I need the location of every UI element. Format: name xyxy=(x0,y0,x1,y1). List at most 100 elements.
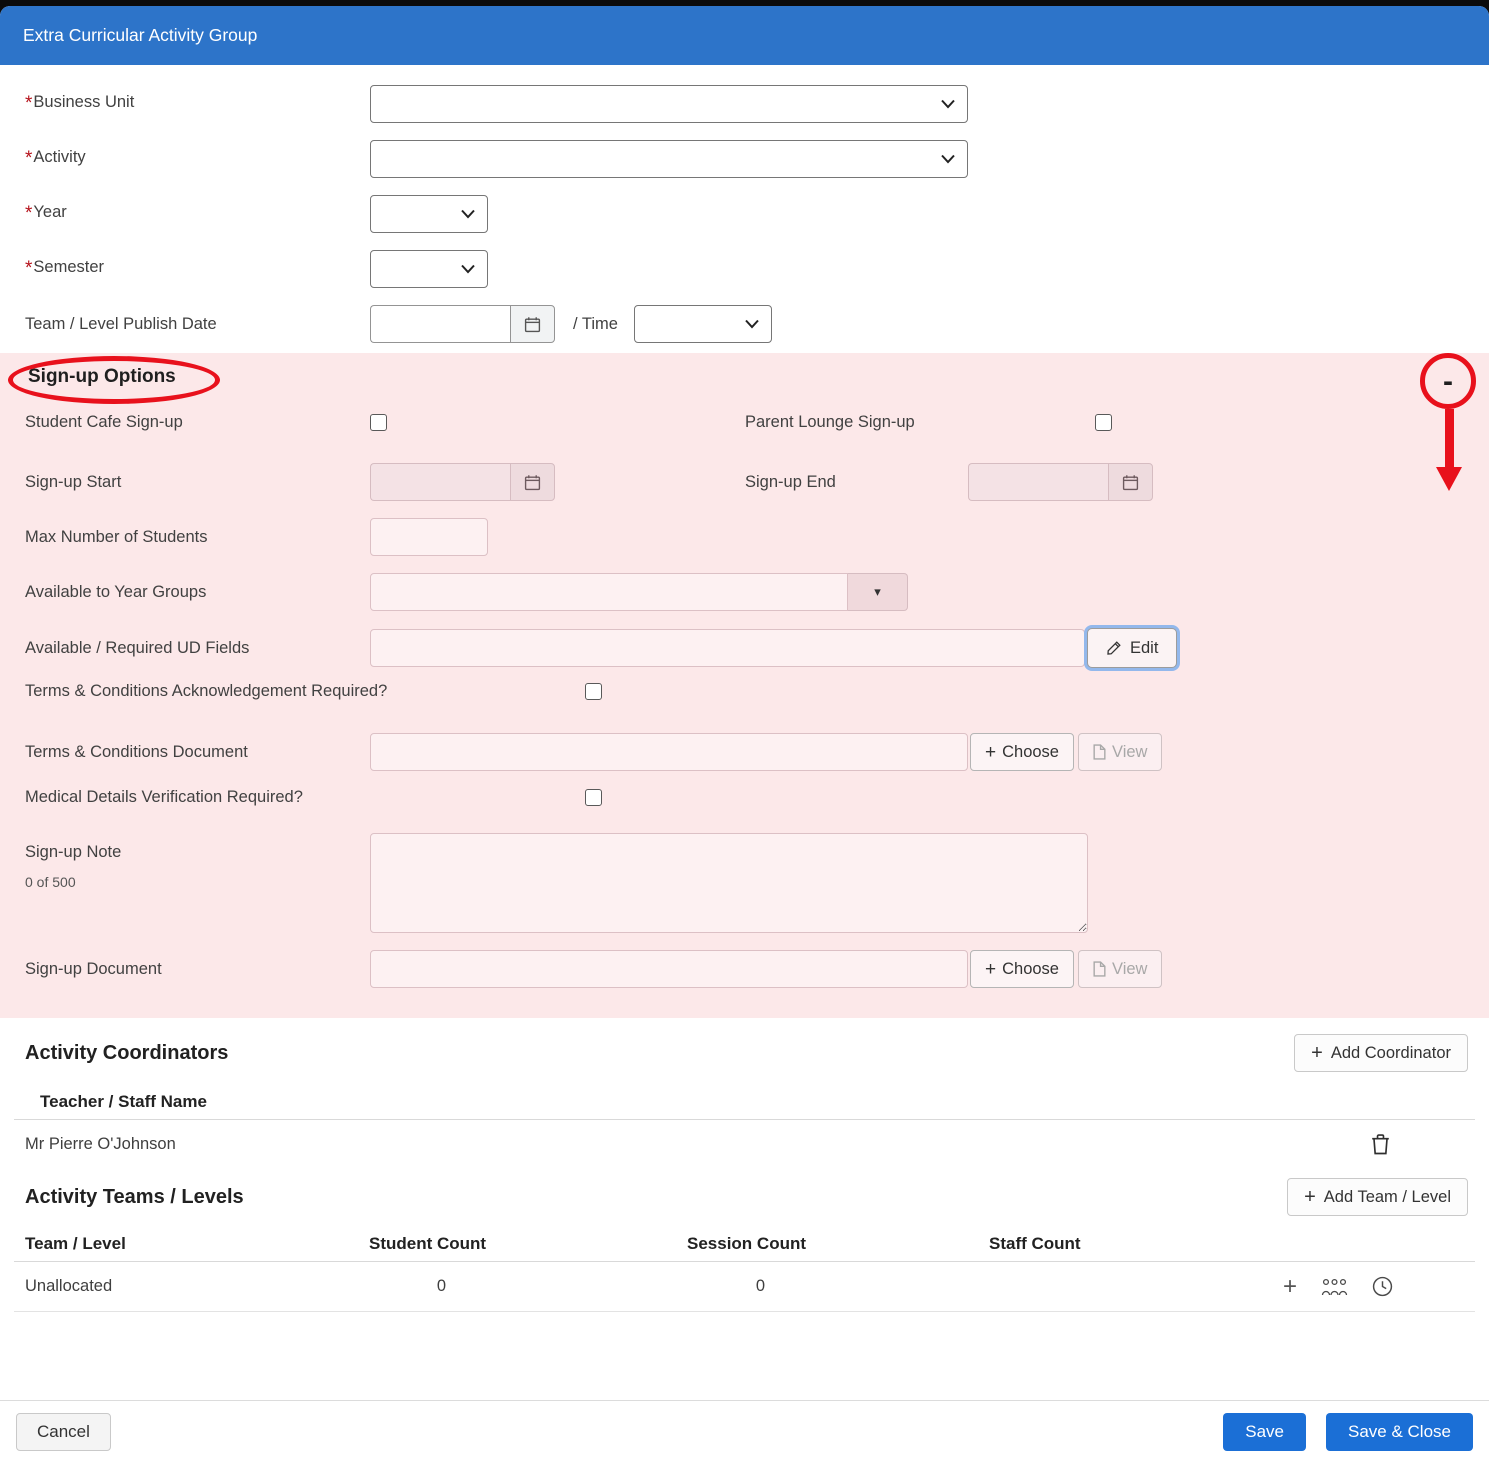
team-level-column: Team / Level xyxy=(14,1234,369,1254)
year-select[interactable] xyxy=(370,195,488,233)
chevron-down-icon xyxy=(461,210,475,219)
publish-date-calendar-button[interactable] xyxy=(510,305,555,343)
caret-down-icon: ▾ xyxy=(874,584,881,600)
activity-label: *Activity xyxy=(25,148,370,170)
student-cafe-checkbox[interactable] xyxy=(370,414,387,431)
medical-checkbox[interactable] xyxy=(585,789,602,806)
signup-doc-label: Sign-up Document xyxy=(25,960,370,979)
required-asterisk: * xyxy=(25,148,32,169)
signup-start-calendar-button[interactable] xyxy=(510,463,555,501)
staff-count-column: Staff Count xyxy=(989,1234,1229,1254)
teams-table-header: Team / Level Student Count Session Count… xyxy=(14,1226,1475,1262)
session-count-column: Session Count xyxy=(687,1234,989,1254)
plus-icon: + xyxy=(985,743,996,762)
signup-end-input[interactable] xyxy=(968,463,1108,501)
delete-coordinator-button[interactable] xyxy=(1371,1133,1390,1155)
semester-label: *Semester xyxy=(25,258,370,280)
pencil-icon xyxy=(1106,640,1122,656)
required-asterisk: * xyxy=(25,203,32,224)
semester-select[interactable] xyxy=(370,250,488,288)
signup-options-section: Sign-up Options - Student Cafe Sign-up P… xyxy=(0,353,1489,1018)
team-level-value: Unallocated xyxy=(14,1277,369,1296)
signup-note-label: Sign-up Note xyxy=(25,843,370,862)
signup-start-group xyxy=(370,463,555,501)
max-students-input[interactable] xyxy=(370,518,488,556)
session-count-value: 0 xyxy=(687,1277,834,1296)
modal-title: Extra Curricular Activity Group xyxy=(23,25,257,46)
signup-doc-row: Sign-up Document +Choose View xyxy=(0,950,1489,988)
coordinator-row: Mr Pierre O'Johnson xyxy=(14,1120,1475,1168)
terms-doc-row: Terms & Conditions Document +Choose View xyxy=(0,733,1489,771)
signup-end-label: Sign-up End xyxy=(745,473,968,492)
publish-date-group xyxy=(370,305,555,343)
team-members-button[interactable] xyxy=(1321,1277,1348,1297)
cancel-button[interactable]: Cancel xyxy=(16,1413,111,1451)
activity-row: *Activity xyxy=(0,140,1489,178)
add-coordinator-button[interactable]: +Add Coordinator xyxy=(1294,1034,1468,1072)
signup-end-calendar-button[interactable] xyxy=(1108,463,1153,501)
semester-row: *Semester xyxy=(0,250,1489,288)
chevron-down-icon xyxy=(941,155,955,164)
publish-time-select[interactable] xyxy=(634,305,772,343)
year-row: *Year xyxy=(0,195,1489,233)
coordinator-name: Mr Pierre O'Johnson xyxy=(25,1135,1371,1154)
save-close-button[interactable]: Save & Close xyxy=(1326,1413,1473,1451)
plus-icon: + xyxy=(1311,1043,1323,1063)
coordinators-table-header: Teacher / Staff Name xyxy=(14,1084,1475,1120)
team-row: Unallocated 0 0 + xyxy=(14,1262,1475,1312)
file-icon xyxy=(1093,744,1106,760)
team-sessions-button[interactable] xyxy=(1372,1276,1393,1297)
signup-note-counter: 0 of 500 xyxy=(25,874,370,890)
people-group-icon xyxy=(1321,1277,1348,1297)
time-label: / Time xyxy=(573,315,618,334)
add-session-button[interactable]: + xyxy=(1283,1273,1297,1301)
required-asterisk: * xyxy=(25,258,32,279)
required-asterisk: * xyxy=(25,93,32,114)
year-label: *Year xyxy=(25,203,370,225)
signup-note-textarea[interactable] xyxy=(370,833,1088,933)
terms-doc-view-button[interactable]: View xyxy=(1078,733,1162,771)
general-form: *Business Unit *Activity *Year *Semester xyxy=(0,65,1489,353)
year-groups-dropdown-button[interactable]: ▾ xyxy=(848,573,908,611)
signup-note-row: Sign-up Note 0 of 500 xyxy=(0,833,1489,933)
coordinator-name-column: Teacher / Staff Name xyxy=(40,1092,207,1112)
calendar-icon xyxy=(524,474,541,491)
coordinators-title: Activity Coordinators xyxy=(25,1042,228,1065)
max-students-row: Max Number of Students xyxy=(0,518,1489,556)
terms-doc-choose-button[interactable]: +Choose xyxy=(970,733,1074,771)
terms-doc-input[interactable] xyxy=(370,733,968,771)
chevron-down-icon xyxy=(461,265,475,274)
modal-header: Extra Curricular Activity Group xyxy=(0,6,1489,65)
save-button[interactable]: Save xyxy=(1223,1413,1306,1451)
ud-fields-input[interactable] xyxy=(370,629,1085,667)
plus-icon: + xyxy=(1304,1187,1316,1207)
publish-date-row: Team / Level Publish Date / Time xyxy=(0,305,1489,343)
cafe-lounge-row: Student Cafe Sign-up Parent Lounge Sign-… xyxy=(0,413,1489,432)
publish-date-label: Team / Level Publish Date xyxy=(25,315,370,334)
ud-fields-label: Available / Required UD Fields xyxy=(25,639,370,658)
activity-select[interactable] xyxy=(370,140,968,178)
year-groups-input[interactable] xyxy=(370,573,848,611)
plus-icon: + xyxy=(1283,1273,1297,1301)
chevron-down-icon xyxy=(745,320,759,329)
parent-lounge-checkbox[interactable] xyxy=(1095,414,1112,431)
edit-ud-fields-button[interactable]: Edit xyxy=(1087,628,1177,668)
signup-doc-view-button[interactable]: View xyxy=(1078,950,1162,988)
business-unit-row: *Business Unit xyxy=(0,85,1489,123)
chevron-down-icon xyxy=(941,100,955,109)
add-team-level-button[interactable]: +Add Team / Level xyxy=(1287,1178,1468,1216)
signup-start-input[interactable] xyxy=(370,463,510,501)
student-cafe-label: Student Cafe Sign-up xyxy=(25,413,370,432)
terms-ack-checkbox[interactable] xyxy=(585,683,602,700)
signup-doc-input[interactable] xyxy=(370,950,968,988)
minus-icon: - xyxy=(1443,365,1453,399)
ud-fields-row: Available / Required UD Fields Edit xyxy=(0,628,1489,668)
collapse-section-button[interactable]: - xyxy=(1420,354,1476,410)
business-unit-select[interactable] xyxy=(370,85,968,123)
terms-doc-label: Terms & Conditions Document xyxy=(25,743,370,762)
student-count-value: 0 xyxy=(369,1277,514,1296)
publish-date-input[interactable] xyxy=(370,305,510,343)
parent-lounge-label: Parent Lounge Sign-up xyxy=(745,413,1095,432)
signup-doc-choose-button[interactable]: +Choose xyxy=(970,950,1074,988)
year-groups-label: Available to Year Groups xyxy=(25,583,370,602)
